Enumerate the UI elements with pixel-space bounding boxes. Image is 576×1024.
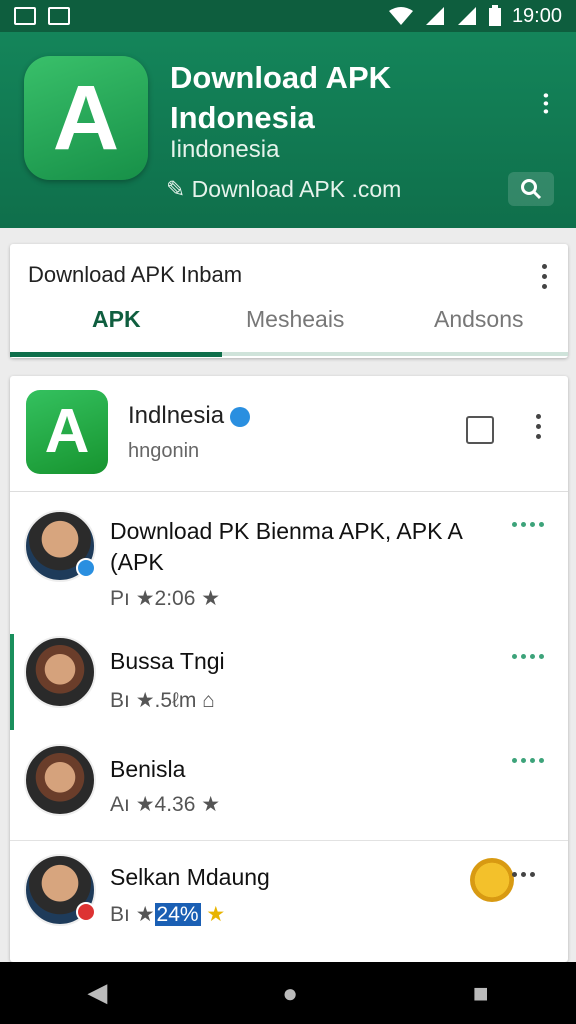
- tabs-card: Download APK Inbam APK Mesheais Andsons: [10, 244, 568, 358]
- tab-mesheais[interactable]: Mesheais: [246, 306, 344, 333]
- more-vert-icon[interactable]: [540, 264, 548, 289]
- tabs-card-title: Download APK Inbam: [28, 262, 243, 287]
- app-header: A Download APK Indonesia Iindonesia ✎ Do…: [0, 32, 576, 228]
- item-meta-value: 24%: [154, 903, 201, 926]
- avatar: [24, 854, 96, 926]
- page-logo[interactable]: A: [26, 390, 108, 474]
- app-domain[interactable]: ✎ Download APK .com: [166, 176, 401, 203]
- nav-bar: ◀ ● ■: [0, 962, 576, 1024]
- search-icon: [521, 179, 542, 200]
- more-horiz-icon[interactable]: [512, 872, 535, 877]
- avatar: [24, 510, 96, 582]
- list-item[interactable]: Benisla Aı ★4.36 ★: [10, 736, 568, 840]
- item-meta-prefix: Bı: [110, 903, 130, 926]
- app-title: Download APK Indonesia: [170, 60, 392, 135]
- star-icon: ★: [135, 689, 155, 712]
- list-card: A Indlnesia hngonin Download PK Bienma A…: [10, 376, 568, 962]
- tab-indicator: [10, 352, 222, 357]
- app-logo[interactable]: A: [24, 56, 148, 180]
- page-header: A Indlnesia hngonin: [10, 376, 568, 492]
- page-name-text: Indlnesia: [128, 402, 225, 429]
- item-title: Selkan Mdaung: [110, 864, 270, 890]
- more-vert-icon[interactable]: [534, 414, 542, 439]
- battery-icon: [488, 5, 501, 26]
- star-icon: ★: [135, 903, 155, 926]
- item-title: Bussa Tngi: [110, 648, 225, 674]
- item-meta-prefix: Aı: [110, 793, 130, 816]
- list-item[interactable]: Bussa Tngi Bı ★.5ℓm ⌂: [10, 628, 568, 736]
- notification-icon: [76, 902, 96, 922]
- item-meta-prefix: Pı: [110, 587, 130, 610]
- status-time: 19:00: [511, 4, 562, 27]
- tab-andsons[interactable]: Andsons: [434, 306, 524, 333]
- star-icon: ★: [135, 793, 155, 816]
- app-logo-letter: A: [52, 67, 120, 169]
- app-domain-text: Download APK .com: [191, 176, 402, 202]
- wifi-icon: [388, 7, 413, 25]
- more-vert-icon[interactable]: · · ·: [538, 82, 554, 126]
- app-subtitle: Iindonesia: [170, 136, 280, 163]
- search-button[interactable]: [508, 172, 554, 206]
- image-icon: [14, 7, 36, 25]
- page-logo-letter: A: [44, 397, 90, 466]
- star-icon: ★: [206, 903, 226, 926]
- page-subtitle: hngonin: [128, 440, 200, 462]
- share-icon[interactable]: [466, 416, 494, 444]
- item-meta-prefix: Bı: [110, 689, 130, 712]
- home-icon[interactable]: ●: [282, 978, 298, 1009]
- star-icon: ★: [201, 793, 221, 816]
- gallery-icon: [48, 7, 70, 25]
- page-name: Indlnesia: [128, 402, 251, 430]
- item-meta: Bı ★24% ★: [110, 902, 225, 927]
- avatar: [24, 636, 96, 708]
- avatar: [24, 744, 96, 816]
- item-meta: Bı ★.5ℓm ⌂: [110, 688, 215, 713]
- badge-icon[interactable]: [470, 858, 514, 902]
- tab-apk[interactable]: APK: [92, 306, 141, 333]
- signal-icon: [425, 7, 444, 25]
- item-meta: Aı ★4.36 ★: [110, 792, 220, 817]
- back-icon[interactable]: ◀: [87, 978, 107, 1008]
- status-bar: 19:00: [0, 0, 576, 32]
- more-horiz-icon[interactable]: [512, 654, 544, 659]
- item-meta: Pı ★2:06 ★: [110, 586, 220, 611]
- item-title: Benisla: [110, 756, 186, 782]
- home-outline-icon: ⌂: [202, 689, 215, 712]
- list-item[interactable]: Download PK Bienma APK, APK A (APK Pı ★2…: [10, 502, 568, 620]
- item-meta-value: 2:06: [154, 587, 196, 610]
- signal-icon: [457, 7, 476, 25]
- item-meta-value: 4.36: [154, 793, 196, 816]
- item-title: Download PK Bienma APK, APK A (APK: [110, 518, 462, 575]
- more-horiz-icon[interactable]: [512, 758, 544, 763]
- star-icon: ★: [135, 587, 155, 610]
- recents-icon[interactable]: ■: [473, 978, 489, 1009]
- verified-icon: [76, 558, 96, 578]
- more-horiz-icon[interactable]: [512, 522, 544, 527]
- verified-icon: [230, 406, 251, 427]
- star-icon: ★: [201, 587, 221, 610]
- list-item[interactable]: Selkan Mdaung Bı ★24% ★: [10, 846, 568, 956]
- divider: [10, 840, 568, 841]
- link-icon: ✎: [166, 176, 186, 202]
- item-meta-value: .5ℓm: [154, 689, 197, 712]
